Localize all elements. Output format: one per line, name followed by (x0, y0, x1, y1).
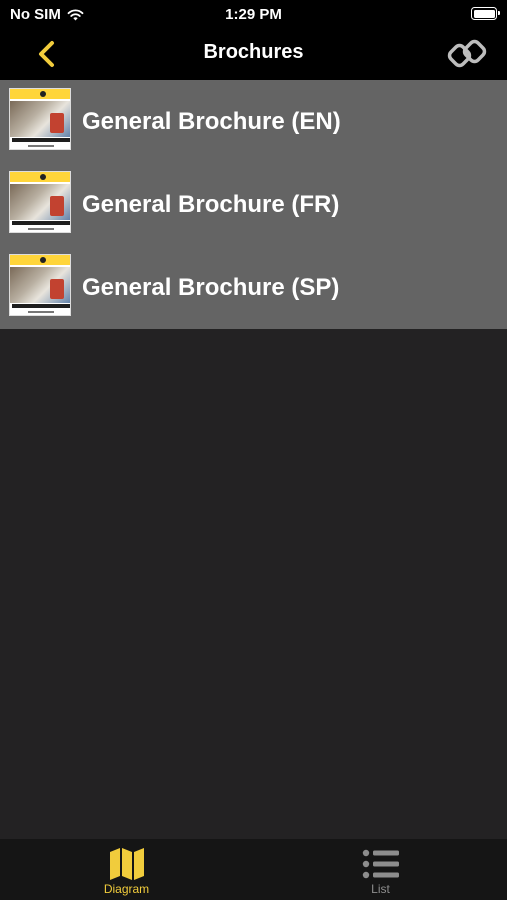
brochure-thumbnail (9, 254, 71, 316)
tab-label: List (371, 882, 390, 896)
tab-label: Diagram (103, 882, 150, 896)
tab-bar: Diagram List (0, 839, 507, 900)
status-time: 1:29 PM (225, 6, 282, 23)
brochure-list: General Brochure (EN) General Brochure (… (0, 80, 507, 329)
brochure-thumbnail (9, 171, 71, 233)
link-icon (447, 39, 487, 68)
brochure-title: General Brochure (EN) (82, 108, 341, 135)
battery-icon (471, 7, 500, 20)
tab-list[interactable]: List (254, 839, 507, 900)
list-item[interactable]: General Brochure (SP) (0, 246, 507, 329)
brochure-title: General Brochure (FR) (82, 191, 340, 218)
page-title: Brochures (203, 41, 304, 63)
brochure-thumbnail (9, 88, 71, 150)
map-icon (107, 846, 147, 882)
brochure-title: General Brochure (SP) (82, 274, 340, 301)
navigation-bar: Brochures (0, 28, 507, 80)
list-icon (361, 846, 401, 882)
list-item[interactable]: General Brochure (EN) (0, 80, 507, 163)
link-button[interactable] (445, 32, 489, 76)
tab-diagram[interactable]: Diagram (0, 839, 253, 900)
list-item[interactable]: General Brochure (FR) (0, 163, 507, 246)
status-bar: No SIM 1:29 PM (0, 0, 507, 28)
